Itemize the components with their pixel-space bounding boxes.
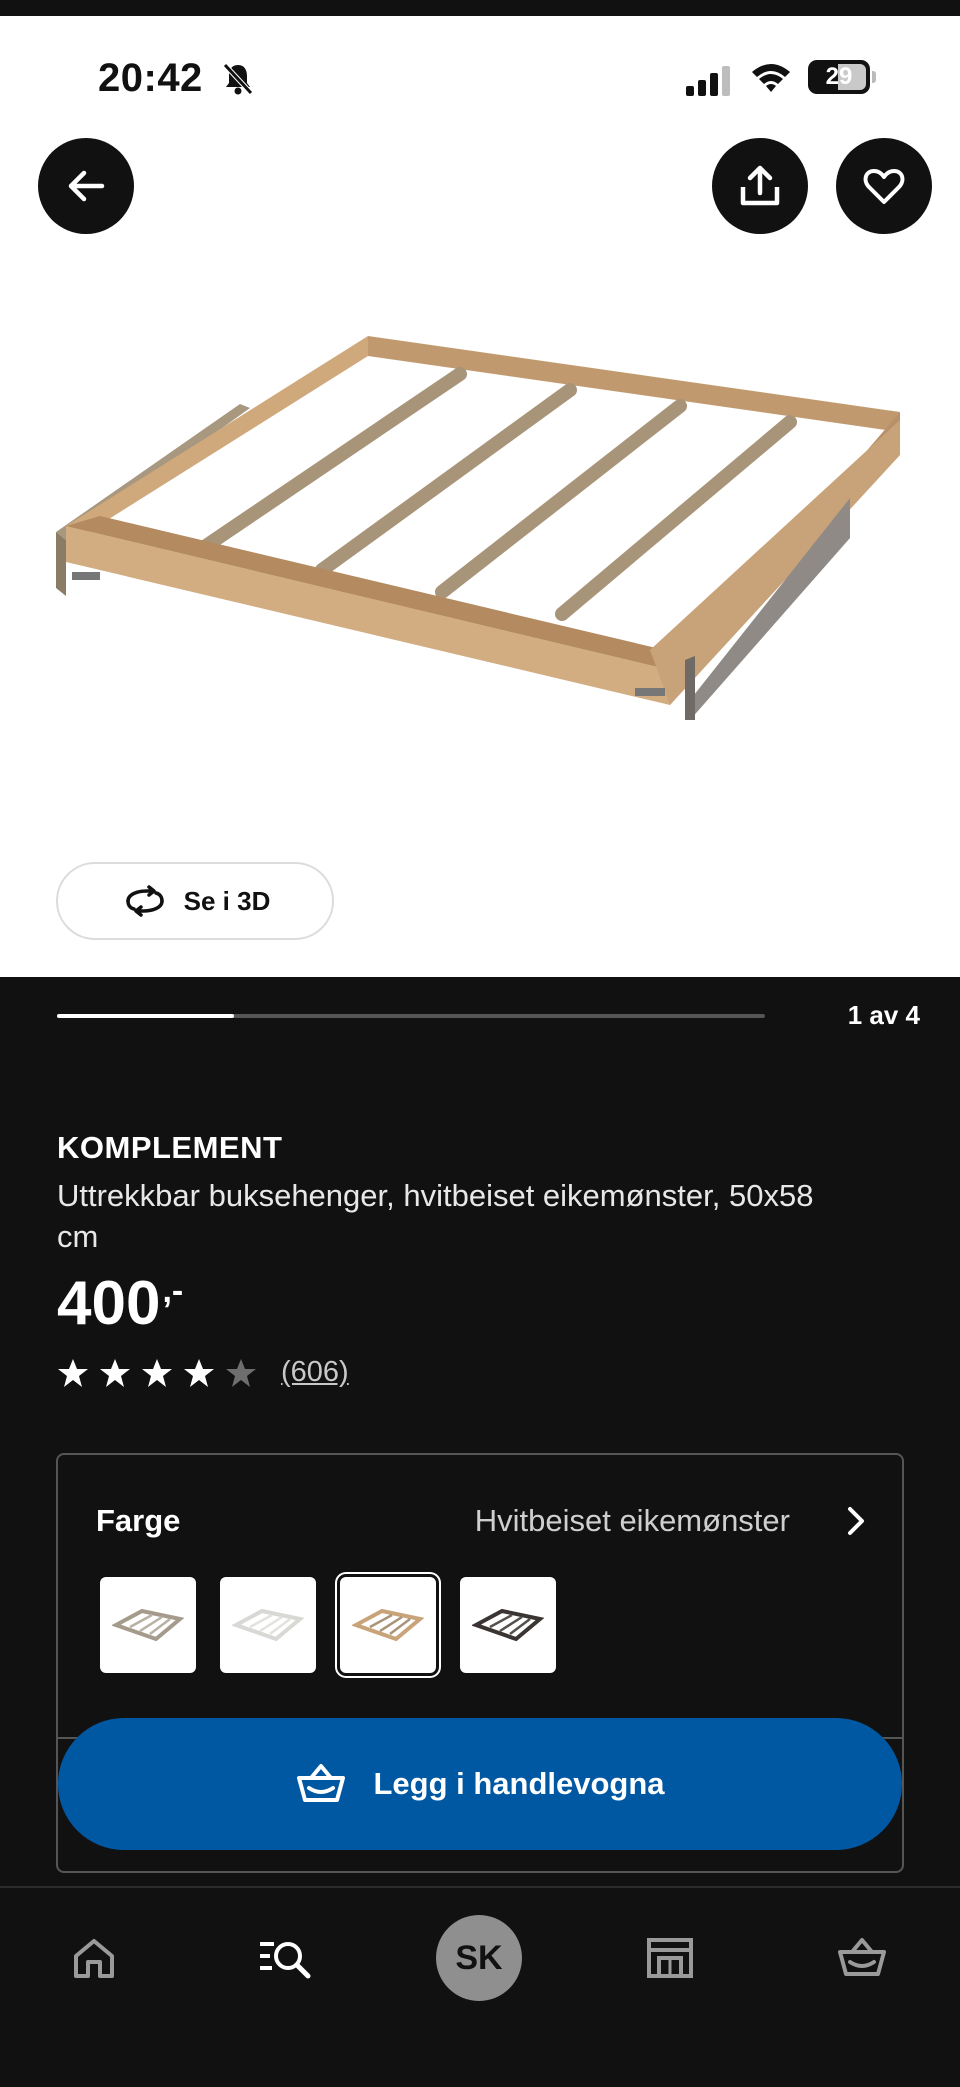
- product-name: KOMPLEMENT: [57, 1130, 283, 1165]
- star-icon: [226, 1358, 256, 1387]
- share-icon: [740, 165, 780, 206]
- profile-avatar[interactable]: SK: [436, 1915, 522, 2001]
- gallery-progress-fill: [57, 1014, 234, 1018]
- color-swatch-white[interactable]: [220, 1577, 316, 1673]
- back-button[interactable]: [38, 138, 134, 234]
- star-icon: [142, 1358, 172, 1387]
- add-to-cart-label: Legg i handlevogna: [373, 1766, 665, 1801]
- swatch-thumbnail: [472, 1608, 544, 1642]
- search-list-icon: [260, 1942, 311, 1979]
- view-in-3d-button[interactable]: Se i 3D: [56, 862, 334, 940]
- heart-icon: [863, 169, 905, 204]
- muted-bell-icon: [223, 63, 253, 95]
- star-icon: [184, 1358, 214, 1387]
- add-to-cart-button[interactable]: Legg i handlevogna: [58, 1718, 902, 1850]
- wifi-icon: [752, 64, 790, 92]
- home-icon: [74, 1939, 114, 1978]
- product-rating[interactable]: (606): [57, 1356, 349, 1389]
- price-suffix: ,-: [162, 1272, 184, 1310]
- favorite-button[interactable]: [836, 138, 932, 234]
- color-swatch-grey-beige[interactable]: [100, 1577, 196, 1673]
- arrow-left-icon: [68, 170, 105, 202]
- product-image: [56, 336, 900, 720]
- color-label: Farge: [96, 1503, 181, 1538]
- star-icon: [100, 1358, 130, 1387]
- swatch-thumbnail: [352, 1608, 424, 1642]
- star-icon: [58, 1358, 88, 1387]
- cellular-signal-icon: [686, 66, 730, 96]
- nav-home[interactable]: [64, 1928, 124, 1988]
- nav-cart[interactable]: [832, 1928, 892, 1988]
- product-price: 400,-: [57, 1268, 183, 1339]
- battery-level: 29: [825, 63, 853, 90]
- color-swatch-white-stained-oak[interactable]: [340, 1577, 436, 1673]
- view-in-3d-label: Se i 3D: [183, 885, 271, 916]
- cart-icon: [838, 1938, 886, 1976]
- shopping-basket-icon: [297, 1764, 346, 1802]
- bottom-navigation: SK: [0, 1886, 960, 2087]
- nav-store[interactable]: [640, 1928, 700, 1988]
- product-description: Uttrekkbar buksehenger, hvitbeiset eikem…: [57, 1178, 814, 1254]
- price-amount: 400: [57, 1269, 161, 1338]
- chevron-right-icon[interactable]: [840, 1503, 872, 1539]
- swatch-thumbnail: [232, 1608, 304, 1642]
- battery-indicator: 29: [808, 60, 876, 94]
- gallery-progress-bar: [57, 1014, 765, 1018]
- gallery-counter: 1 av 4: [847, 1000, 920, 1030]
- review-count-link[interactable]: (606): [281, 1356, 349, 1389]
- store-icon: [647, 1938, 693, 1978]
- top-strip: [0, 0, 960, 16]
- status-time: 20:42: [98, 56, 203, 100]
- selected-color-value[interactable]: Hvitbeiset eikemønster: [475, 1503, 790, 1539]
- share-button[interactable]: [712, 138, 808, 234]
- nav-search[interactable]: [256, 1928, 316, 1988]
- color-swatches: [100, 1577, 556, 1673]
- swatch-thumbnail: [112, 1608, 184, 1642]
- color-swatch-black-brown[interactable]: [460, 1577, 556, 1673]
- rotate-3d-icon: [125, 885, 164, 917]
